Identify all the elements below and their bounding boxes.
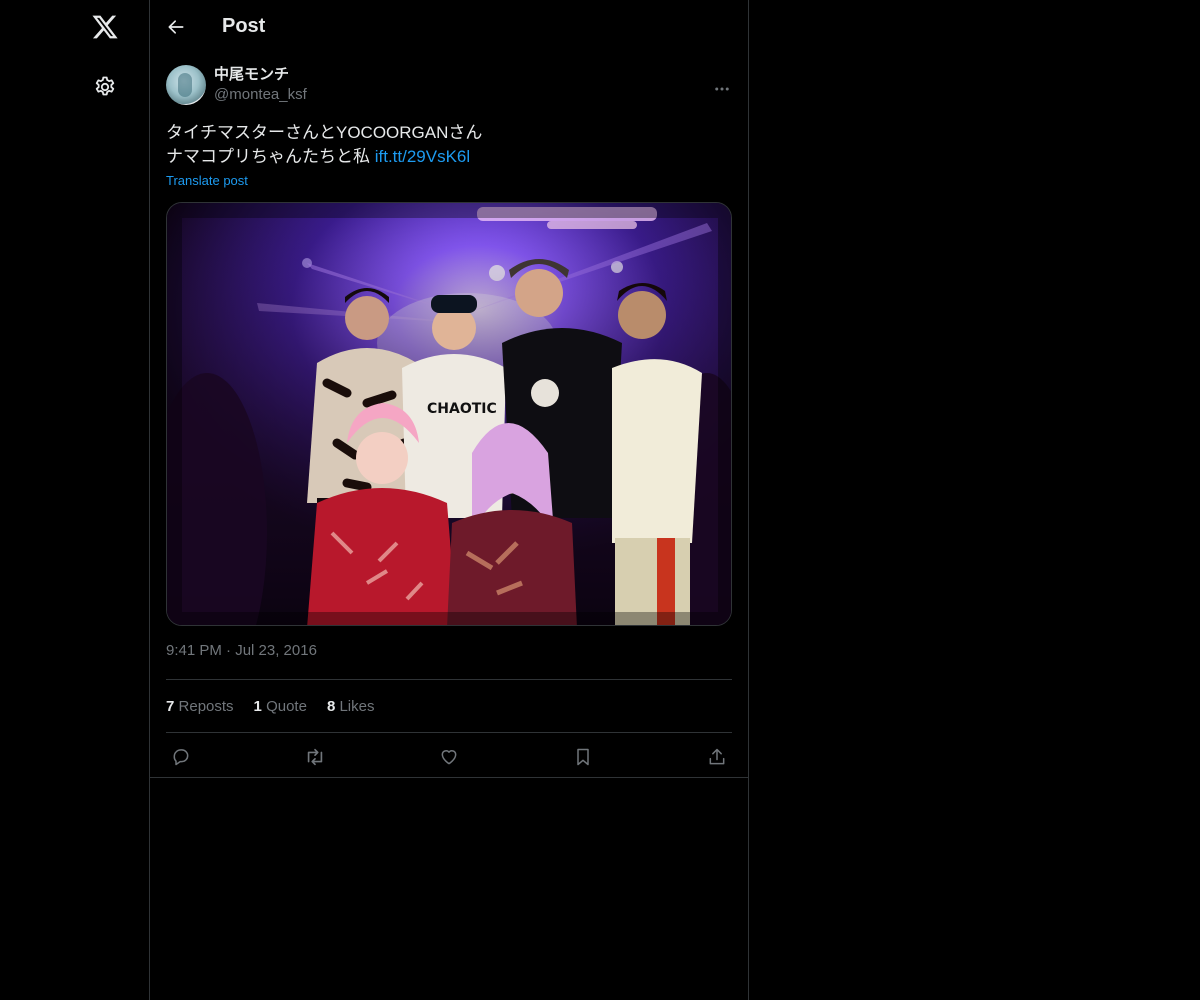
likes-label: Likes [339,697,375,715]
gear-icon[interactable] [83,65,127,109]
repost-icon[interactable] [304,746,326,768]
author-row: 中尾モンチ @montea_ksf [166,65,732,105]
quotes-label: Quote [266,697,307,715]
more-options-icon[interactable] [712,79,732,99]
translate-post-link[interactable]: Translate post [166,173,248,188]
quotes-stat[interactable]: 1 Quote [254,698,307,715]
divider [150,777,748,778]
x-logo-icon[interactable] [83,5,127,49]
post-text-line1: タイチマスターさんとYOCOORGANさん [166,123,483,142]
quotes-count: 1 [253,697,262,715]
bookmark-icon[interactable] [572,746,594,768]
likes-count: 8 [326,697,336,715]
reposts-stat[interactable]: 7 Reposts [166,698,234,715]
post-text-line2: ナマコプリちゃんたちと私 [166,147,375,166]
reposts-count: 7 [166,697,175,715]
author-handle[interactable]: @montea_ksf [214,85,307,105]
actions-row [166,733,732,780]
post-link[interactable]: ift.tt/29VsK6l [375,147,470,166]
left-nav [0,0,150,1000]
share-icon[interactable] [706,746,728,768]
author-display-name[interactable]: 中尾モンチ [214,65,307,85]
main-column: Post 中尾モンチ @montea_ksf タイチマスターさんとYOCOORG… [150,0,749,1000]
page-title: Post [222,15,266,37]
post: 中尾モンチ @montea_ksf タイチマスターさんとYOCOORGANさん … [150,65,748,780]
like-icon[interactable] [438,746,460,768]
reposts-label: Reposts [178,697,234,715]
svg-text:CHAOTIC: CHAOTIC [427,401,497,417]
arrow-left-icon[interactable] [158,9,194,45]
likes-stat[interactable]: 8 Likes [327,698,375,715]
author-names: 中尾モンチ @montea_ksf [214,65,307,105]
post-photo[interactable]: CHAOTIC [166,202,732,626]
post-timestamp[interactable]: 9:41 PM · Jul 23, 2016 [166,642,732,664]
reply-icon[interactable] [170,746,192,768]
avatar[interactable] [166,65,206,105]
post-text: タイチマスターさんとYOCOORGANさん ナマコプリちゃんたちと私 ift.t… [166,121,732,169]
header: Post [150,0,748,53]
stats-row: 7 Reposts 1 Quote 8 Likes [166,680,732,732]
